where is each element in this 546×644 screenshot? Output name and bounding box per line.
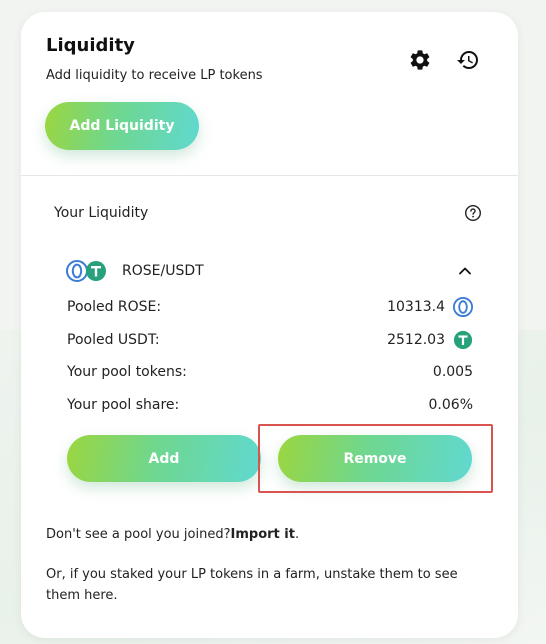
- gear-icon: [410, 50, 430, 70]
- add-button[interactable]: Add: [67, 435, 261, 482]
- pool-share-value: 0.06%: [428, 397, 473, 413]
- pair-name: ROSE/USDT: [122, 263, 204, 279]
- import-note-period: .: [294, 527, 300, 542]
- your-liquidity-label: Your Liquidity: [54, 205, 149, 221]
- pool-pair-row[interactable]: ROSE/USDT: [66, 260, 474, 282]
- pooled-rose-value: 10313.4: [387, 299, 445, 315]
- page-title: Liquidity: [46, 35, 135, 56]
- help-circle-icon: [464, 204, 482, 222]
- usdt-token-icon: [86, 261, 106, 281]
- import-note: Don't see a pool you joined?Import it.: [46, 527, 299, 542]
- pool-tokens-label: Your pool tokens:: [67, 364, 187, 380]
- rose-token-icon: [453, 297, 473, 317]
- pooled-rose-row: Pooled ROSE: 10313.4: [67, 297, 473, 317]
- pair-token-icons: [66, 260, 122, 282]
- pool-share-label: Your pool share:: [67, 397, 180, 413]
- pooled-usdt-label: Pooled USDT:: [67, 332, 160, 348]
- import-link[interactable]: Import it: [231, 527, 295, 542]
- pooled-usdt-row: Pooled USDT: 2512.03: [67, 330, 473, 350]
- history-button[interactable]: [453, 45, 483, 75]
- import-note-text: Don't see a pool you joined?: [46, 527, 231, 542]
- help-button[interactable]: [464, 204, 482, 222]
- remove-highlight-box: [258, 424, 493, 493]
- liquidity-card: Liquidity Add liquidity to receive LP to…: [21, 12, 518, 638]
- pooled-rose-label: Pooled ROSE:: [67, 299, 162, 315]
- page-subtitle: Add liquidity to receive LP tokens: [46, 68, 263, 83]
- pool-tokens-value: 0.005: [432, 364, 473, 380]
- history-icon: [457, 51, 478, 70]
- pool-share-row: Your pool share: 0.06%: [67, 395, 473, 415]
- pool-tokens-row: Your pool tokens: 0.005: [67, 362, 473, 382]
- usdt-token-icon: [453, 330, 473, 350]
- settings-button[interactable]: [405, 45, 435, 75]
- chevron-up-icon[interactable]: [456, 262, 474, 280]
- add-liquidity-button[interactable]: Add Liquidity: [45, 102, 199, 150]
- pooled-usdt-value: 2512.03: [387, 332, 445, 348]
- divider: [21, 175, 518, 176]
- unstake-note: Or, if you staked your LP tokens in a fa…: [46, 567, 458, 603]
